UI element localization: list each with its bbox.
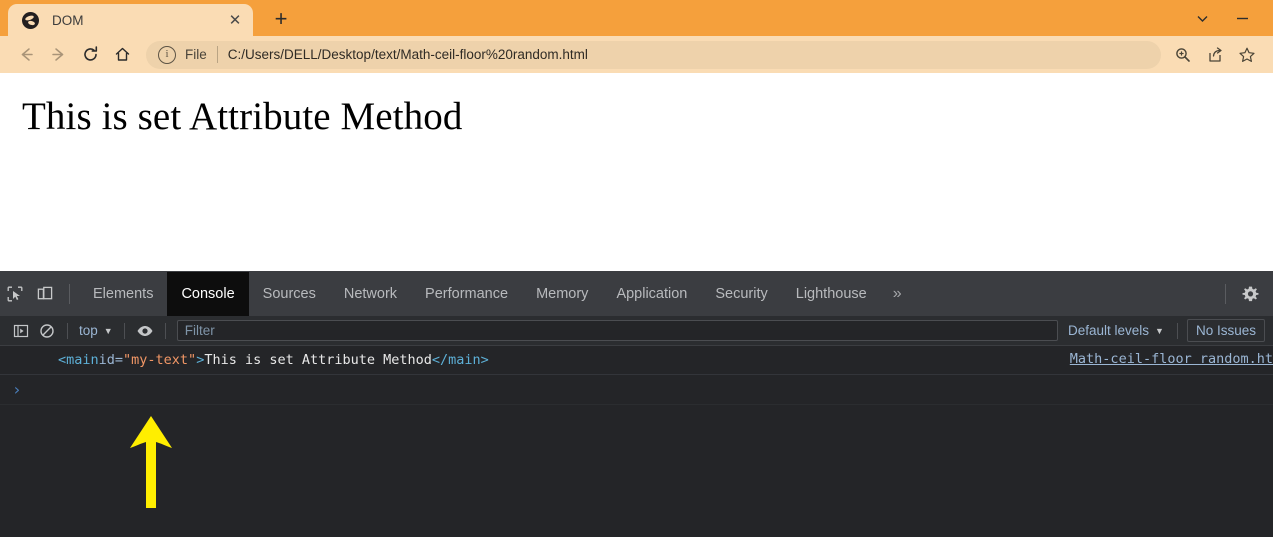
console-toolbar-divider-2: [123, 322, 125, 339]
page-viewport: This is set Attribute Method: [0, 73, 1273, 271]
tab-lighthouse[interactable]: Lighthouse: [782, 279, 881, 309]
log-levels-value: Default levels: [1068, 323, 1150, 338]
console-token-tag-open: <main: [58, 352, 99, 368]
reload-icon[interactable]: [74, 40, 106, 70]
toolbar-actions: [1167, 40, 1263, 70]
tab-network[interactable]: Network: [330, 279, 411, 309]
console-token-tag-close: </main>: [431, 352, 489, 368]
console-source-link[interactable]: Math-ceil-floor random.ht: [1070, 351, 1273, 367]
execution-context-dropdown[interactable]: top ▼: [75, 323, 117, 338]
tab-elements[interactable]: Elements: [79, 279, 167, 309]
gear-icon[interactable]: [1235, 279, 1265, 309]
chevron-down-icon[interactable]: [1185, 3, 1219, 33]
console-toolbar-divider-3: [164, 322, 166, 339]
tab-sources[interactable]: Sources: [249, 279, 330, 309]
minimize-icon[interactable]: [1225, 3, 1259, 33]
console-sidebar-icon[interactable]: [8, 319, 34, 343]
filter-input[interactable]: Filter: [176, 320, 1058, 341]
chevron-down-icon: ▼: [103, 325, 113, 336]
log-levels-dropdown[interactable]: Default levels ▼: [1062, 323, 1170, 338]
console-prompt-row[interactable]: ›: [0, 375, 1273, 405]
home-icon[interactable]: [106, 40, 138, 70]
omnibox-scheme-label: File: [185, 47, 207, 62]
tab-strip: DOM ✕ +: [0, 0, 1273, 36]
toolbar-divider: [69, 284, 70, 304]
address-bar[interactable]: i File C:/Users/DELL/Desktop/text/Math-c…: [146, 40, 1161, 69]
tab-application[interactable]: Application: [602, 279, 701, 309]
console-output-area: <main id= "my-text" > This is set Attrib…: [0, 346, 1273, 537]
tab-memory[interactable]: Memory: [522, 279, 602, 309]
console-prompt-chevron: ›: [12, 379, 22, 399]
new-tab-button[interactable]: +: [267, 5, 295, 33]
site-info-icon[interactable]: i: [158, 45, 176, 64]
omnibox-divider: [216, 46, 218, 63]
globe-favicon: [22, 11, 39, 29]
console-toolbar-divider-4: [1176, 322, 1178, 339]
console-toolbar: top ▼ Filter Default levels ▼ No Issues: [0, 316, 1273, 346]
toolbar-divider-right: [1225, 284, 1226, 304]
console-token-bracket: >: [196, 352, 205, 368]
more-tabs-icon[interactable]: »: [881, 279, 914, 309]
devtools-panel: Elements Console Sources Network Perform…: [0, 271, 1273, 537]
console-toolbar-divider-1: [67, 322, 68, 339]
console-token-attr-value: "my-text": [123, 352, 197, 368]
clear-console-icon[interactable]: [34, 319, 60, 343]
console-token-text: This is set Attribute Method: [204, 352, 432, 368]
tab-title: DOM: [52, 12, 84, 28]
issues-button[interactable]: No Issues: [1186, 319, 1265, 342]
tab-performance[interactable]: Performance: [411, 279, 522, 309]
back-icon[interactable]: [10, 40, 42, 70]
execution-context-value: top: [79, 323, 98, 338]
console-message-row[interactable]: <main id= "my-text" > This is set Attrib…: [0, 346, 1273, 375]
live-expression-eye-icon[interactable]: [132, 319, 158, 343]
device-toolbar-icon[interactable]: [30, 279, 60, 309]
devtools-tabbar: Elements Console Sources Network Perform…: [0, 272, 1273, 316]
chevron-down-icon: ▼: [1155, 325, 1164, 336]
bookmark-star-icon[interactable]: [1231, 40, 1263, 70]
browser-window: DOM ✕ + i File C:/Users/DELL/Desktop/tex…: [0, 0, 1273, 537]
omnibox-url-text: C:/Users/DELL/Desktop/text/Math-ceil-flo…: [227, 47, 588, 62]
navigation-toolbar: i File C:/Users/DELL/Desktop/text/Math-c…: [0, 36, 1273, 73]
console-token-attr-name: id=: [98, 352, 124, 368]
window-controls: [1185, 0, 1273, 36]
browser-tab-dom[interactable]: DOM ✕: [8, 4, 253, 36]
tab-security[interactable]: Security: [701, 279, 781, 309]
zoom-icon[interactable]: [1167, 40, 1199, 70]
forward-icon[interactable]: [42, 40, 74, 70]
devtools-tabbar-actions: [1216, 279, 1273, 309]
filter-placeholder: Filter: [184, 323, 215, 338]
inspect-element-icon[interactable]: [0, 279, 30, 309]
page-heading: This is set Attribute Method: [22, 95, 463, 138]
share-icon[interactable]: [1199, 40, 1231, 70]
tab-console[interactable]: Console: [167, 272, 249, 316]
close-icon[interactable]: ✕: [225, 10, 245, 30]
